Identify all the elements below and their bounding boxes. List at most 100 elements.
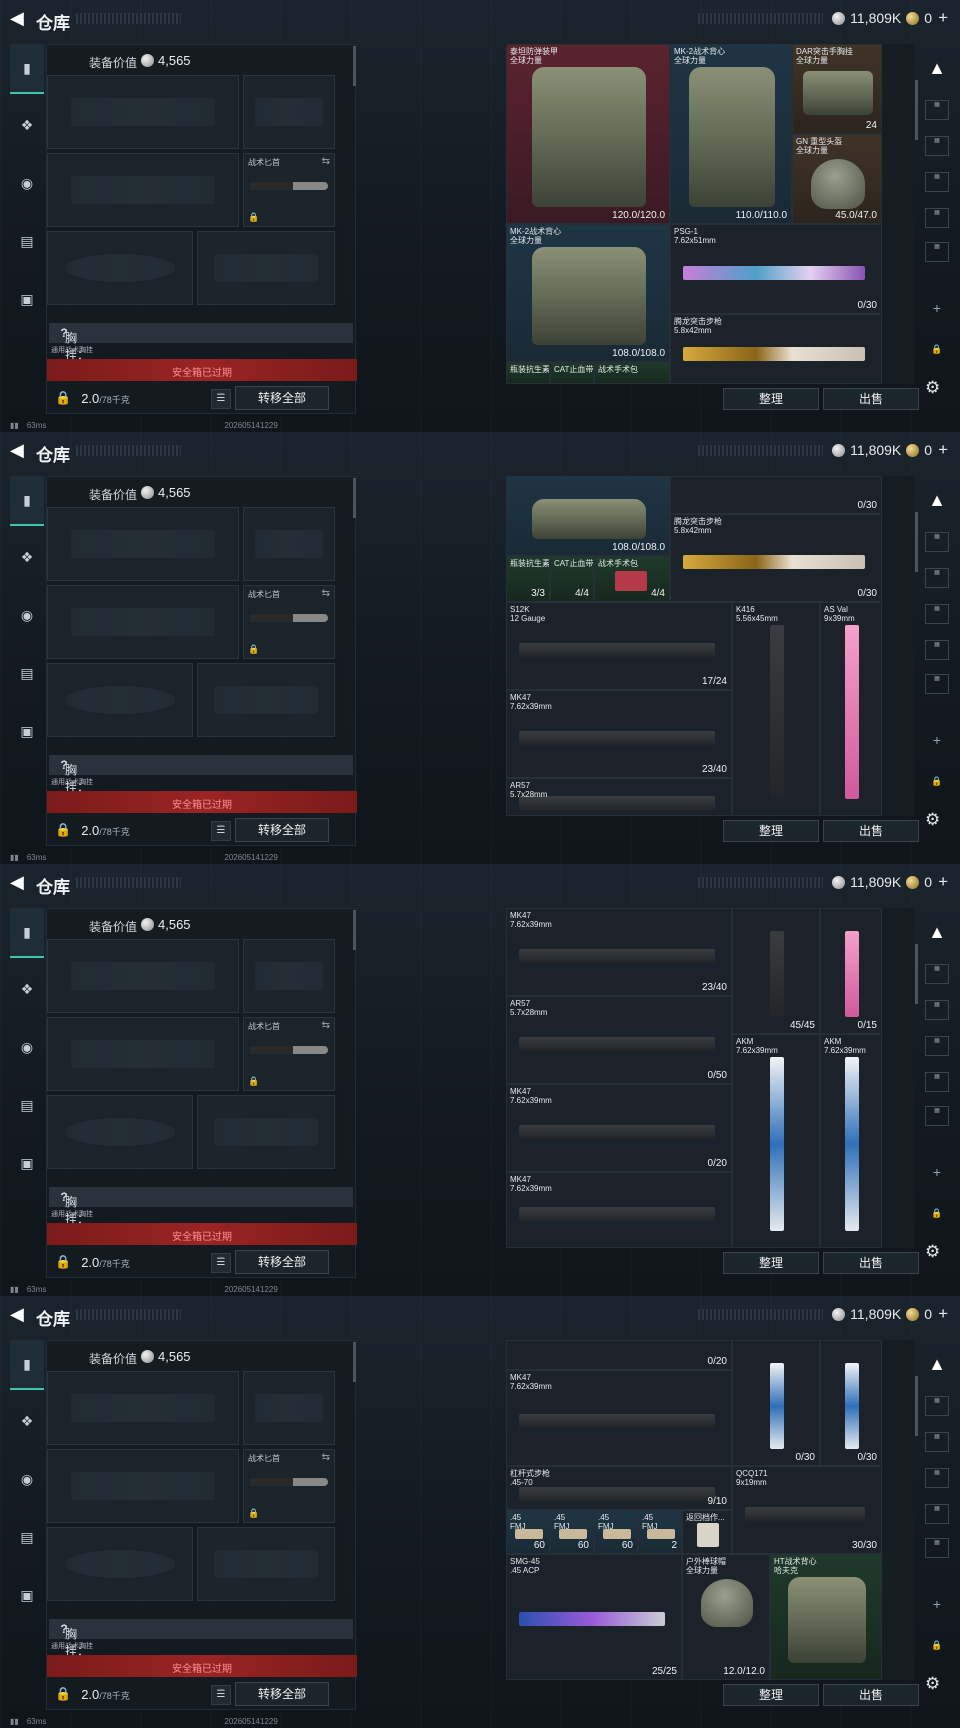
storage-item[interactable]: AKM 7.62x39mm [820,1034,882,1248]
helmet-slot[interactable] [47,1095,193,1169]
storage-item[interactable]: 0/30 [732,1340,820,1466]
storage-item[interactable]: CAT止血带 [550,362,594,384]
storage-item[interactable]: 腾龙突击步枪 5.8x42mm [670,314,882,384]
storage-item[interactable]: 0/15 [820,908,882,1034]
sell-button[interactable]: 出售 [823,1252,919,1274]
storage-tab-2[interactable]: ▦ [925,568,949,588]
storage-item[interactable]: 0/20 [506,1340,732,1370]
storage-item[interactable]: GN 重型头盔 全球力量 45.0/47.0 [792,134,882,224]
storage-item[interactable]: 0/30 [670,476,882,514]
secure-case-expired-bar[interactable]: 安全箱已过期 [47,791,357,813]
swap-icon[interactable]: ⇆ [322,588,330,599]
storage-item[interactable]: 腾龙突击步枪 5.8x42mm 0/30 [670,514,882,602]
helmet-slot[interactable] [47,1527,193,1601]
knife-slot[interactable]: 战术匕首 ⇆ 🔒 [243,585,335,659]
loadout-scrollbar[interactable] [353,1342,356,1382]
storage-item[interactable]: MK47 7.62x39mm 23/40 [506,908,732,996]
add-currency-button[interactable]: + [938,440,948,460]
storage-item[interactable]: QCQ171 9x19mm 30/30 [732,1466,882,1554]
armor-tab[interactable]: ❖ [10,964,44,1014]
storage-item[interactable]: 战术手术包 [594,362,670,384]
sort-button[interactable]: 整理 [723,388,819,410]
storage-item[interactable]: 0/30 [820,1340,882,1466]
storage-tab-1[interactable]: ▦ [925,532,949,552]
knife-slot[interactable]: 战术匕首 ⇆ 🔒 [243,1017,335,1091]
weapon-tab[interactable]: ▮ [10,44,44,94]
back-icon[interactable]: ◀ [10,441,28,459]
transfer-all-button[interactable]: 转移全部 [235,386,329,410]
storage-item[interactable]: PSG-1 7.62x51mm 0/30 [670,224,882,314]
add-currency-button[interactable]: + [938,872,948,892]
case-tab[interactable]: ▣ [10,274,44,324]
sort-button[interactable]: 整理 [723,1252,819,1274]
storage-item[interactable]: AKM 7.62x39mm [732,1034,820,1248]
weapon-tab[interactable]: ▮ [10,476,44,526]
sell-button[interactable]: 出售 [823,388,919,410]
storage-item[interactable]: 108.0/108.0 [506,476,670,556]
storage-item[interactable]: MK47 7.62x39mm [506,1370,732,1466]
storage-item[interactable]: 45/45 [732,908,820,1034]
swap-icon[interactable]: ⇆ [322,1452,330,1463]
storage-item[interactable]: 瓶装抗生素 3/3 [506,556,550,602]
storage-item[interactable]: DAR突击手胸挂 全球力量 24 [792,44,882,134]
helmet-tab[interactable]: ◉ [10,158,44,208]
storage-tab-1[interactable]: ▦ [925,100,949,120]
pistol-slot[interactable] [243,75,335,149]
storage-tab-2[interactable]: ▦ [925,1432,949,1452]
armor-slot[interactable] [197,231,335,305]
storage-tab-2[interactable]: ▦ [925,1000,949,1020]
primary-weapon-slot[interactable] [47,507,239,581]
swap-icon[interactable]: ⇆ [322,1020,330,1031]
armor-tab[interactable]: ❖ [10,1396,44,1446]
storage-tab-3[interactable]: ▦ [925,1036,949,1056]
secondary-weapon-slot[interactable] [47,585,239,659]
storage-scrollbar[interactable] [915,1376,918,1436]
armor-slot[interactable] [197,1095,335,1169]
transfer-all-button[interactable]: 转移全部 [235,1682,329,1706]
back-icon[interactable]: ◀ [10,1305,28,1323]
list-view-button[interactable]: ☰ [211,1253,231,1273]
armor-tab[interactable]: ❖ [10,532,44,582]
primary-weapon-slot[interactable] [47,75,239,149]
storage-item[interactable]: MK47 7.62x39mm [506,1172,732,1248]
pistol-slot[interactable] [243,507,335,581]
storage-item[interactable]: .45 FMJ 60 [550,1510,594,1554]
storage-item[interactable]: 杠杆式步枪 .45-70 9/10 [506,1466,732,1510]
chest-rig-bar[interactable]: 胸挂：0/9 ? [49,1187,353,1241]
back-icon[interactable]: ◀ [10,9,28,27]
secondary-weapon-slot[interactable] [47,1449,239,1523]
helmet-tab[interactable]: ◉ [10,1454,44,1504]
armor-tab[interactable]: ❖ [10,100,44,150]
secondary-weapon-slot[interactable] [47,1017,239,1091]
storage-tab-3[interactable]: ▦ [925,604,949,624]
storage-item[interactable]: K416 5.56x45mm [732,602,820,816]
storage-item[interactable]: .45 FMJ 2 [638,1510,682,1554]
storage-item[interactable]: MK47 7.62x39mm 23/40 [506,690,732,778]
add-storage-icon[interactable]: + [925,300,949,320]
secure-case-expired-bar[interactable]: 安全箱已过期 [47,1655,357,1677]
case-tab[interactable]: ▣ [10,1138,44,1188]
primary-weapon-slot[interactable] [47,939,239,1013]
storage-item[interactable]: AS Val 9x39mm [820,602,882,816]
add-currency-button[interactable]: + [938,1304,948,1324]
pistol-slot[interactable] [243,939,335,1013]
storage-item[interactable]: 户外棒球帽 全球力量 12.0/12.0 [682,1554,770,1680]
helmet-slot[interactable] [47,231,193,305]
storage-item[interactable]: MK47 7.62x39mm 0/20 [506,1084,732,1172]
storage-item[interactable]: HT战术背心 哈夫克 [770,1554,882,1680]
storage-scrollbar[interactable] [915,512,918,572]
helmet-tab[interactable]: ◉ [10,1022,44,1072]
list-view-button[interactable]: ☰ [211,821,231,841]
storage-tab-4[interactable]: ▦ [925,640,949,660]
storage-item[interactable]: S12K 12 Gauge 17/24 [506,602,732,690]
storage-item[interactable]: 瓶装抗生素 [506,362,550,384]
helmet-tab[interactable]: ◉ [10,590,44,640]
rig-tab[interactable]: ▤ [10,648,44,698]
secure-case-expired-bar[interactable]: 安全箱已过期 [47,359,357,381]
transfer-all-button[interactable]: 转移全部 [235,1250,329,1274]
settings-gear-icon[interactable]: ⚙ [925,1674,940,1694]
storage-tab-4[interactable]: ▦ [925,208,949,228]
knife-slot[interactable]: 战术匕首 ⇆ 🔒 [243,153,335,227]
primary-weapon-slot[interactable] [47,1371,239,1445]
storage-item[interactable]: MK-2战术背心 全球力量 108.0/108.0 [506,224,670,362]
